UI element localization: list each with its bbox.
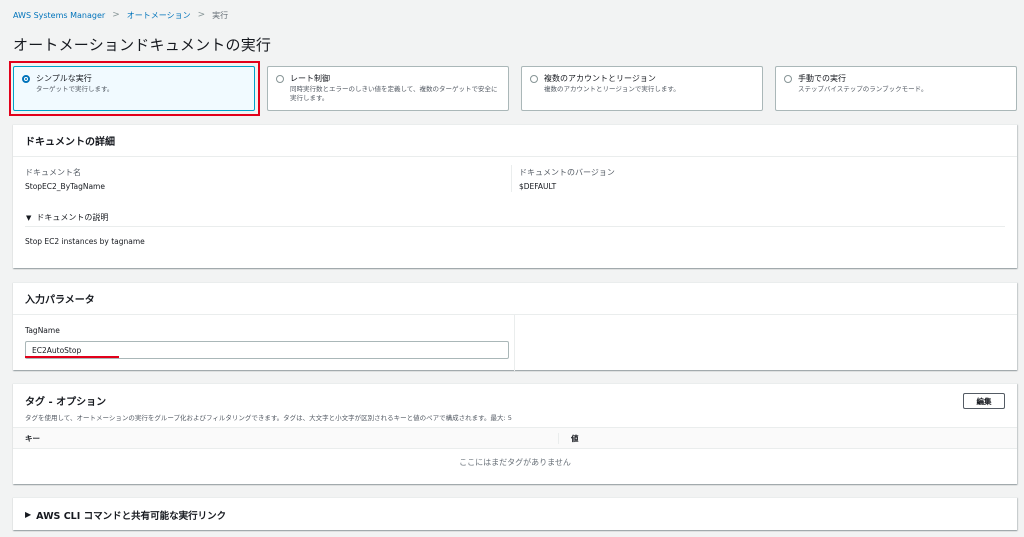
annotation-underline [25,356,119,358]
column-header-key: キー [13,432,559,444]
mode-desc: ターゲットで実行します。 [36,85,114,93]
tags-description: タグを使用して、オートメーションの実行をグループ化およびフィルタリングできます。… [25,414,512,422]
caret-down-icon: ▼ [26,213,32,222]
edit-tags-button[interactable]: 編集 [963,393,1005,409]
radio-icon[interactable] [276,75,284,83]
divider [25,226,1005,227]
mode-tile-manual[interactable]: 手動での実行 ステップバイステップのランブックモード。 [775,66,1017,111]
breadcrumb-automation[interactable]: オートメーション [127,10,191,21]
details-row: ドキュメント名 StopEC2_ByTagName ドキュメントのバージョン $… [13,157,1017,192]
mode-desc: 複数のアカウントとリージョンで実行します。 [544,85,680,93]
document-name-label: ドキュメント名 [25,168,81,177]
mode-tile-rate-control[interactable]: レート制御 同時実行数とエラーのしきい値を定義して、複数のターゲットで安全に実行… [267,66,509,111]
cli-command-panel: ▶ AWS CLI コマンドと共有可能な実行リンク [13,497,1017,530]
tags-empty-message: ここにはまだタグがありません [459,458,571,467]
radio-icon[interactable] [530,75,538,83]
caret-right-icon: ▶ [25,510,32,519]
breadcrumb: AWS Systems Manager > オートメーション > 実行 [13,9,228,21]
column-header-value: 値 [571,433,579,443]
breadcrumb-separator-icon: > [197,10,206,20]
document-version-label: ドキュメントのバージョン [519,168,615,177]
mode-title: シンプルな実行 [36,74,92,83]
mode-desc: ステップバイステップのランブックモード。 [798,85,928,93]
mode-title: 手動での実行 [798,74,846,83]
document-version-col: ドキュメントのバージョン $DEFAULT [511,165,1005,192]
input-parameters-panel: 入力パラメータ TagName [13,282,1017,371]
document-name-value: StopEC2_ByTagName [25,182,105,191]
radio-icon[interactable] [784,75,792,83]
breadcrumb-separator-icon: > [112,10,120,20]
panel-title: 入力パラメータ [25,295,95,306]
tags-panel: タグ - オプション タグを使用して、オートメーションの実行をグループ化およびフ… [13,383,1017,484]
breadcrumb-current: 実行 [212,10,229,20]
tags-table-header: キー 値 [13,428,1017,449]
mode-title: レート制御 [290,74,330,83]
page-title: オートメーションドキュメントの実行 [13,36,272,54]
tagname-label: TagName [25,326,60,335]
execution-mode-tiles: シンプルな実行 ターゲットで実行します。 レート制御 同時実行数とエラーのしきい… [13,66,1017,111]
document-name-col: ドキュメント名 StopEC2_ByTagName [25,165,511,192]
breadcrumb-systems-manager[interactable]: AWS Systems Manager [13,11,105,20]
cli-expander[interactable]: ▶ AWS CLI コマンドと共有可能な実行リンク [13,498,1017,531]
panel-header: ドキュメントの詳細 [13,125,1017,157]
panel-title: タグ - オプション [25,397,107,408]
tagname-field-group: TagName [13,315,515,371]
tags-header: タグ - オプション タグを使用して、オートメーションの実行をグループ化およびフ… [13,384,1017,428]
toggle-label: ドキュメントの説明 [36,213,109,222]
document-description-text: Stop EC2 instances by tagname [25,237,145,246]
mode-tile-simple[interactable]: シンプルな実行 ターゲットで実行します。 [13,66,255,111]
mode-tile-multi-account[interactable]: 複数のアカウントとリージョン 複数のアカウントとリージョンで実行します。 [521,66,763,111]
document-details-panel: ドキュメントの詳細 ドキュメント名 StopEC2_ByTagName ドキュメ… [13,124,1017,268]
mode-desc: 同時実行数とエラーのしきい値を定義して、複数のターゲットで安全に実行します。 [290,85,498,102]
mode-title: 複数のアカウントとリージョン [544,74,656,83]
radio-selected-icon[interactable] [22,75,30,83]
document-description-toggle[interactable]: ▼ ドキュメントの説明 [26,212,108,223]
document-version-value: $DEFAULT [519,182,557,191]
cli-title: AWS CLI コマンドと共有可能な実行リンク [36,510,227,522]
panel-title: ドキュメントの詳細 [25,137,115,148]
param-body: TagName [13,315,1017,371]
panel-header: 入力パラメータ [13,283,1017,315]
